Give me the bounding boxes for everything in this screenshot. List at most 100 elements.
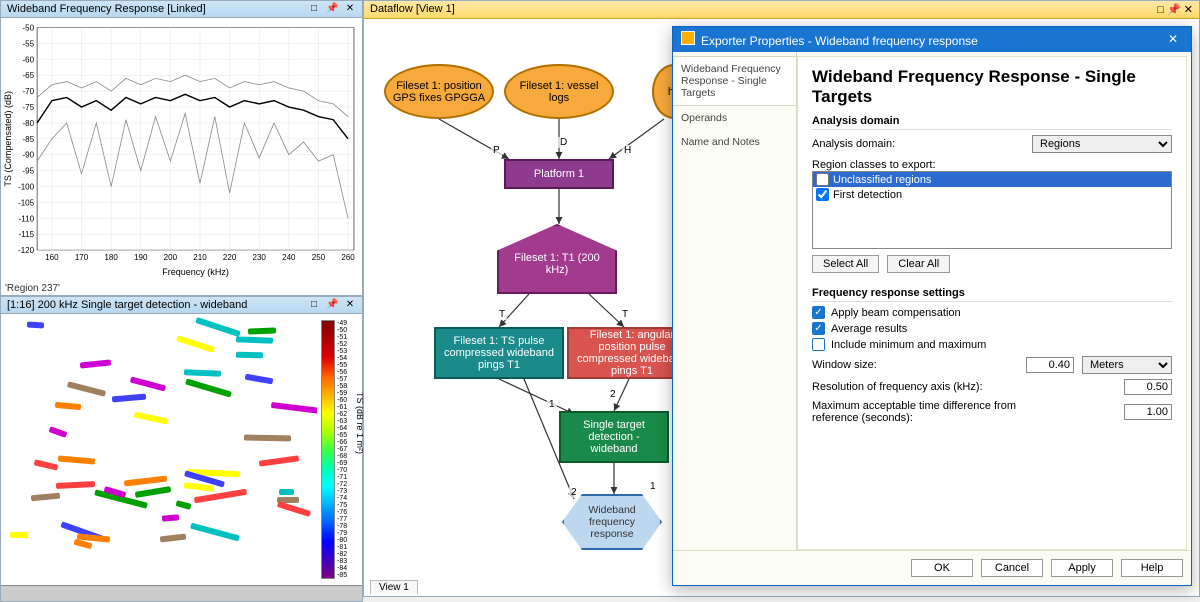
edge-label-1b: 1 (648, 481, 658, 492)
edge-label-T2: T (620, 309, 630, 320)
echogram-scrollbar[interactable] (1, 585, 362, 601)
select-all-button[interactable]: Select All (812, 255, 879, 273)
svg-text:220: 220 (223, 253, 237, 262)
analysis-domain-select[interactable]: Regions (1032, 135, 1172, 153)
pin-icon[interactable]: 📌 (1167, 4, 1181, 16)
edge-label-2b: 2 (569, 487, 579, 498)
svg-text:-100: -100 (18, 183, 35, 192)
resolution-input[interactable] (1124, 379, 1172, 395)
freq-response-panel: Wideband Frequency Response [Linked] □ 📌… (0, 0, 363, 296)
ok-button[interactable]: OK (911, 559, 973, 577)
close-icon[interactable]: ✕ (344, 299, 356, 311)
svg-text:180: 180 (104, 253, 118, 262)
node-gps[interactable]: Fileset 1: position GPS fixes GPGGA (384, 64, 494, 119)
freq-response-chart[interactable]: 160170180190200210220230240250260-50-55-… (1, 18, 362, 282)
echogram-view[interactable] (1, 314, 317, 585)
node-tspulse[interactable]: Fileset 1: TS pulse compressed wideband … (434, 327, 564, 379)
svg-text:-90: -90 (22, 151, 34, 160)
svg-text:-70: -70 (22, 87, 34, 96)
apply-button[interactable]: Apply (1051, 559, 1113, 577)
node-wfr[interactable]: Wideband frequency response (562, 494, 662, 550)
node-t1[interactable]: Fileset 1: T1 (200 kHz) (497, 224, 617, 294)
nav-item-wfr[interactable]: Wideband Frequency Response - Single Tar… (673, 56, 796, 106)
dialog-nav: Wideband Frequency Response - Single Tar… (673, 52, 797, 550)
detection-panel: [1:16] 200 kHz Single target detection -… (0, 296, 363, 602)
node-single-target[interactable]: Single target detection - wideband (559, 411, 669, 463)
clear-all-button[interactable]: Clear All (887, 255, 950, 273)
svg-text:Frequency (kHz): Frequency (kHz) (162, 267, 229, 277)
svg-text:-110: -110 (19, 214, 35, 223)
svg-text:-115: -115 (19, 230, 35, 239)
maximize-icon[interactable]: □ (1157, 4, 1164, 16)
checkbox[interactable] (816, 188, 829, 201)
svg-text:200: 200 (164, 253, 178, 262)
maximize-icon[interactable]: □ (308, 3, 320, 15)
dialog-main: Wideband Frequency Response - Single Tar… (797, 56, 1187, 550)
maximize-icon[interactable]: □ (308, 299, 320, 311)
edge-label-H: H (622, 145, 633, 156)
svg-text:190: 190 (134, 253, 148, 262)
svg-text:-85: -85 (22, 135, 34, 144)
nav-item-name-notes[interactable]: Name and Notes (673, 130, 796, 154)
edge-label-2a: 2 (608, 389, 618, 400)
svg-text:-50: -50 (22, 24, 34, 33)
average-results-checkbox[interactable]: ✓Average results (812, 322, 1172, 335)
edge-label-T1: T (497, 309, 507, 320)
pin-icon[interactable]: 📌 (326, 299, 338, 311)
svg-text:230: 230 (253, 253, 267, 262)
svg-text:170: 170 (75, 253, 89, 262)
close-icon[interactable]: ✕ (1163, 32, 1183, 48)
dialog-titlebar[interactable]: Exporter Properties - Wideband frequency… (673, 27, 1191, 52)
region-classes-listbox[interactable]: Unclassified regions First detection (812, 171, 1172, 249)
svg-text:-105: -105 (18, 198, 35, 207)
svg-text:240: 240 (282, 253, 296, 262)
detection-title: [1:16] 200 kHz Single target detection -… (7, 299, 247, 311)
node-logs[interactable]: Fileset 1: vessel logs (504, 64, 614, 119)
freq-response-title: Wideband Frequency Response [Linked] (7, 3, 206, 15)
region-classes-label: Region classes to export: (812, 159, 1172, 171)
svg-text:160: 160 (45, 253, 59, 262)
dialog-title: Exporter Properties - Wideband frequency… (701, 34, 978, 48)
svg-text:-55: -55 (22, 39, 34, 48)
dataflow-title: Dataflow [View 1] (370, 3, 455, 16)
resolution-label: Resolution of frequency axis (kHz): (812, 381, 983, 393)
close-icon[interactable]: ✕ (1184, 4, 1193, 16)
dataflow-titlebar[interactable]: Dataflow [View 1] □ 📌 ✕ (364, 1, 1199, 19)
freq-response-titlebar[interactable]: Wideband Frequency Response [Linked] □ 📌… (1, 1, 362, 18)
maxtime-input[interactable] (1124, 404, 1172, 420)
svg-text:-65: -65 (22, 71, 34, 80)
chart-status: 'Region 237' (1, 282, 362, 295)
include-minmax-checkbox[interactable]: Include minimum and maximum (812, 338, 1172, 351)
nav-item-operands[interactable]: Operands (673, 106, 796, 130)
checkbox[interactable] (816, 173, 829, 186)
svg-text:-95: -95 (22, 167, 34, 176)
help-button[interactable]: Help (1121, 559, 1183, 577)
window-size-unit-select[interactable]: Meters (1082, 356, 1172, 374)
edge-label-P: P (491, 145, 502, 156)
list-item[interactable]: Unclassified regions (813, 172, 1171, 187)
edge-label-1: 1 (547, 399, 557, 410)
svg-text:TS (Compensated) (dB): TS (Compensated) (dB) (3, 91, 13, 187)
svg-text:-75: -75 (22, 103, 34, 112)
dataflow-tab[interactable]: View 1 (370, 580, 418, 594)
window-size-input[interactable] (1026, 357, 1074, 373)
page-heading: Wideband Frequency Response - Single Tar… (812, 67, 1172, 107)
analysis-domain-head: Analysis domain (812, 115, 1172, 130)
exporter-properties-dialog: Exporter Properties - Wideband frequency… (672, 26, 1192, 586)
window-size-label: Window size: (812, 359, 877, 371)
svg-text:-120: -120 (18, 246, 35, 255)
cancel-button[interactable]: Cancel (981, 559, 1043, 577)
svg-text:-60: -60 (22, 55, 34, 64)
list-item[interactable]: First detection (813, 187, 1171, 202)
maxtime-label: Maximum acceptable time difference from … (812, 400, 1062, 424)
analysis-domain-label: Analysis domain: (812, 138, 895, 150)
detection-titlebar[interactable]: [1:16] 200 kHz Single target detection -… (1, 297, 362, 314)
edge-label-D: D (558, 137, 569, 148)
apply-beam-checkbox[interactable]: ✓Apply beam compensation (812, 306, 1172, 319)
svg-text:-80: -80 (22, 119, 34, 128)
pin-icon[interactable]: 📌 (326, 3, 338, 15)
close-icon[interactable]: ✕ (344, 3, 356, 15)
node-platform[interactable]: Platform 1 (504, 159, 614, 189)
freq-settings-head: Frequency response settings (812, 287, 1172, 302)
svg-text:250: 250 (312, 253, 326, 262)
